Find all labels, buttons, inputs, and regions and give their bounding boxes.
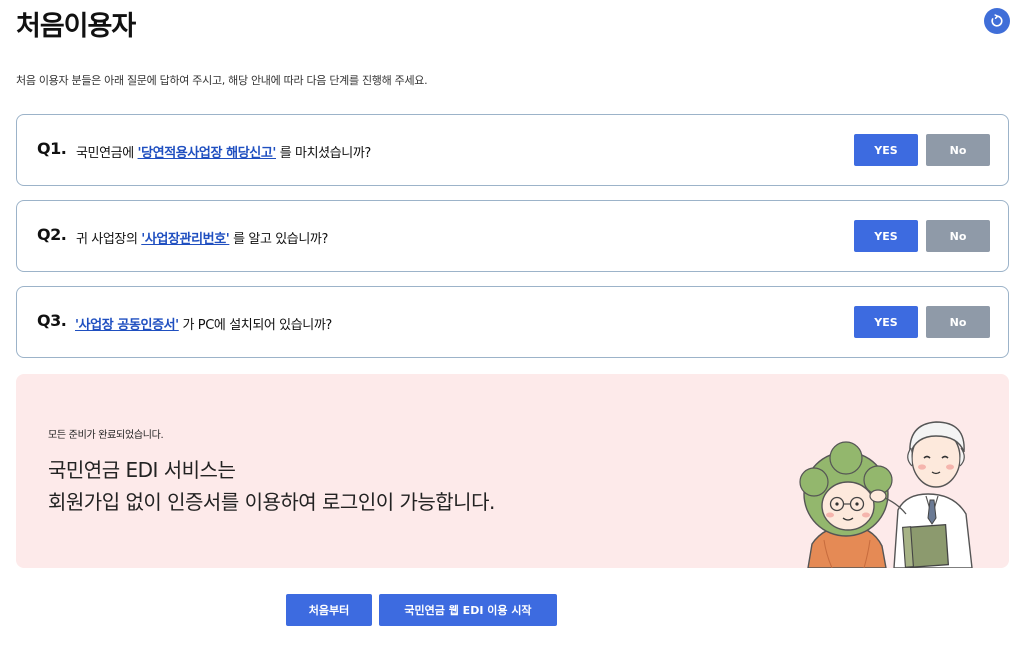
q3-yes-button[interactable]: YES	[854, 306, 918, 338]
completion-headline-2: 회원가입 없이 인증서를 이용하여 로그인이 가능합니다.	[48, 490, 495, 514]
completion-headline-1: 국민연금 EDI 서비스는	[48, 458, 236, 482]
start-edi-button[interactable]: 국민연금 웹 EDI 이용 시작	[379, 594, 557, 626]
q2-yes-button[interactable]: YES	[854, 220, 918, 252]
question-number: Q2.	[37, 225, 67, 244]
question-suffix: 를 마치셨습니까?	[276, 146, 372, 161]
question-text: 귀 사업장의 '사업장관리번호' 를 알고 있습니까?	[76, 228, 328, 247]
registration-report-link[interactable]: '당연적용사업장 해당신고'	[138, 146, 277, 161]
elderly-couple-illustration	[799, 421, 973, 568]
question-card-2: Q2. 귀 사업장의 '사업장관리번호' 를 알고 있습니까? YES No	[16, 200, 1009, 272]
refresh-icon	[991, 14, 1003, 27]
question-prefix: 귀 사업장의	[76, 232, 142, 247]
page-title: 처음이용자	[16, 11, 136, 42]
q2-no-button[interactable]: No	[926, 220, 990, 252]
business-number-link[interactable]: '사업장관리번호'	[141, 232, 229, 247]
completion-note: 모든 준비가 완료되었습니다.	[48, 430, 164, 441]
question-prefix: 국민연금에	[76, 146, 138, 161]
q3-no-button[interactable]: No	[926, 306, 990, 338]
completion-panel: 모든 준비가 완료되었습니다. 국민연금 EDI 서비스는 회원가입 없이 인증…	[16, 374, 1009, 568]
question-text: '사업장 공동인증서' 가 PC에 설치되어 있습니까?	[75, 314, 332, 333]
question-suffix: 가 PC에 설치되어 있습니까?	[178, 318, 333, 333]
question-suffix: 를 알고 있습니까?	[229, 232, 328, 247]
intro-text: 처음 이용자 분들은 아래 질문에 답하여 주시고, 해당 안내에 따라 다음 …	[16, 74, 428, 87]
certificate-link[interactable]: '사업장 공동인증서'	[75, 318, 179, 333]
q1-yes-button[interactable]: YES	[854, 134, 918, 166]
question-card-1: Q1. 국민연금에 '당연적용사업장 해당신고' 를 마치셨습니까? YES N…	[16, 114, 1009, 186]
question-number: Q3.	[37, 311, 67, 330]
refresh-button[interactable]	[984, 8, 1010, 34]
restart-button[interactable]: 처음부터	[286, 594, 372, 626]
q1-no-button[interactable]: No	[926, 134, 990, 166]
question-card-3: Q3. '사업장 공동인증서' 가 PC에 설치되어 있습니까? YES No	[16, 286, 1009, 358]
question-number: Q1.	[37, 139, 67, 158]
question-text: 국민연금에 '당연적용사업장 해당신고' 를 마치셨습니까?	[76, 142, 371, 161]
